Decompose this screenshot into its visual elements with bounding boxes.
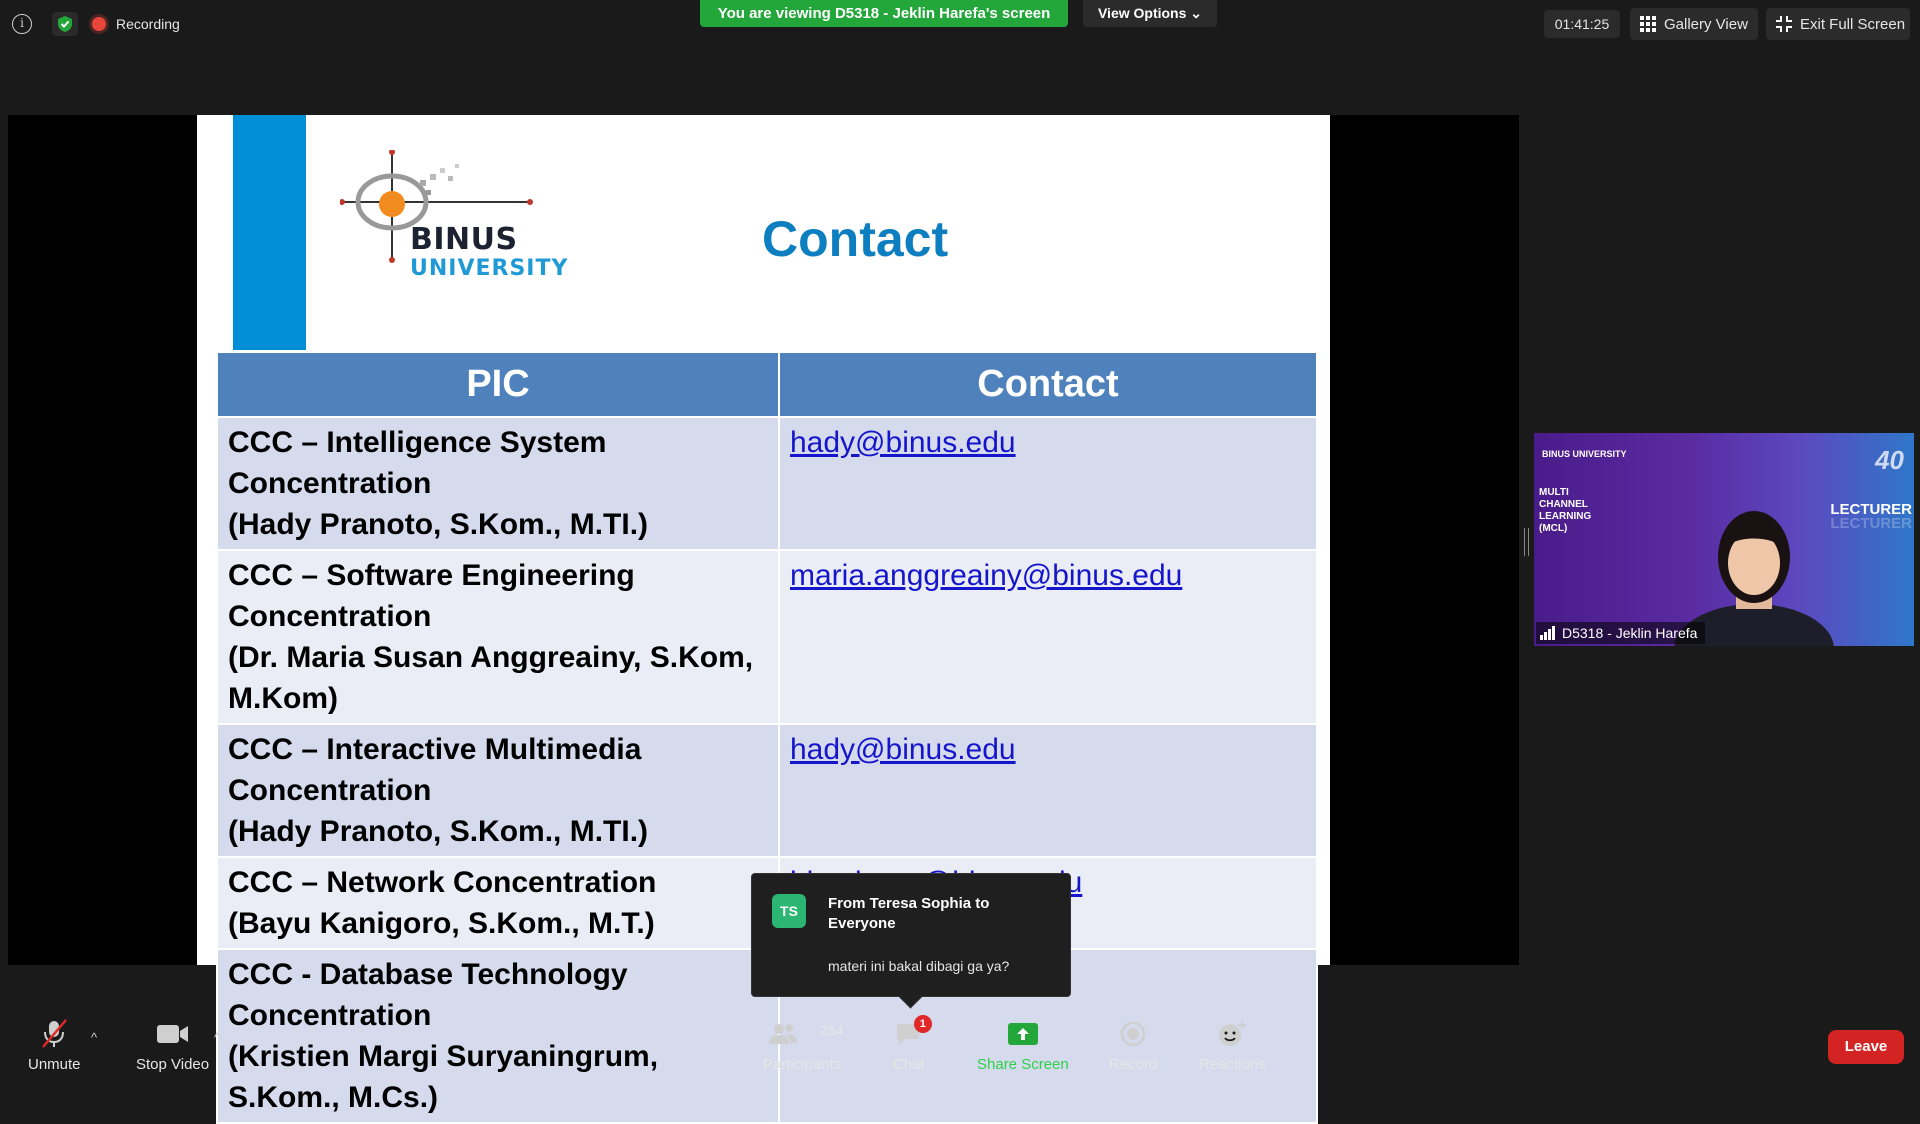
record-icon bbox=[1120, 1018, 1146, 1050]
participant-name-label: D5318 - Jeklin Harefa bbox=[1536, 622, 1706, 644]
unmute-button[interactable]: Unmute bbox=[28, 1018, 81, 1073]
chat-label: Chat bbox=[893, 1056, 925, 1073]
video-camera-icon bbox=[156, 1018, 189, 1050]
exit-full-screen-label: Exit Full Screen bbox=[1800, 15, 1906, 33]
security-shield-icon[interactable] bbox=[52, 12, 78, 36]
stop-video-label: Stop Video bbox=[136, 1056, 210, 1073]
stop-video-button[interactable]: Stop Video bbox=[136, 1018, 209, 1073]
column-header-contact: Contact bbox=[778, 351, 1318, 418]
meeting-timer: 01:41:25 bbox=[1544, 10, 1620, 38]
share-screen-button[interactable]: Share Screen bbox=[977, 1018, 1069, 1073]
recording-indicator[interactable]: Recording bbox=[92, 12, 180, 36]
record-button[interactable]: Record bbox=[1109, 1018, 1157, 1073]
table-row: CCC – Software Engineering Concentration… bbox=[216, 549, 1318, 725]
participants-button[interactable]: 284 Participants bbox=[762, 1018, 844, 1073]
pic-concentration: CCC – Interactive Multimedia Concentrati… bbox=[228, 733, 642, 807]
table-row: CCC – Intelligence System Concentration … bbox=[216, 416, 1318, 551]
slide-title: Contact bbox=[762, 211, 949, 267]
sender-avatar: TS bbox=[772, 894, 806, 928]
reactions-button[interactable]: Reactions bbox=[1199, 1018, 1266, 1073]
logo-subtitle: UNIVERSITY bbox=[410, 256, 569, 281]
pic-person: (Hady Pranoto, S.Kom., M.TI.) bbox=[228, 815, 649, 848]
participant-name: D5318 - Jeklin Harefa bbox=[1562, 625, 1698, 641]
reactions-smiley-icon bbox=[1218, 1018, 1247, 1050]
recording-label: Recording bbox=[116, 16, 180, 32]
exit-full-screen-button[interactable]: Exit Full Screen bbox=[1766, 8, 1910, 40]
table-header-row: PIC Contact bbox=[216, 351, 1318, 418]
contact-email-link[interactable]: hady@binus.edu bbox=[778, 416, 1318, 551]
video-bg-lecturer-echo: LECTURER bbox=[1830, 515, 1912, 532]
share-screen-label: Share Screen bbox=[977, 1056, 1069, 1073]
chat-bubble-icon: 1 bbox=[894, 1015, 932, 1050]
pic-cell: CCC – Network Concentration (Bayu Kanigo… bbox=[216, 856, 780, 950]
pic-person: (Bayu Kanigoro, S.Kom., M.T.) bbox=[228, 907, 655, 940]
chat-message-text: materi ini bakal dibagi ga ya? bbox=[828, 958, 1010, 974]
gallery-view-button[interactable]: Gallery View bbox=[1630, 8, 1758, 40]
gallery-view-label: Gallery View bbox=[1664, 15, 1748, 33]
pic-concentration: CCC – Network Concentration bbox=[228, 866, 657, 899]
unmute-label: Unmute bbox=[28, 1056, 81, 1073]
signal-strength-icon bbox=[1540, 626, 1555, 640]
chevron-down-icon: ⌄ bbox=[1190, 5, 1203, 21]
participant-count: 284 bbox=[820, 1022, 844, 1038]
exit-fullscreen-icon bbox=[1776, 16, 1792, 32]
pic-concentration: CCC – Software Engineering Concentration bbox=[228, 559, 635, 633]
table-row: CCC – Interactive Multimedia Concentrati… bbox=[216, 723, 1318, 858]
slide-accent-bar bbox=[233, 115, 306, 350]
participants-icon: 284 bbox=[762, 1018, 844, 1050]
record-label: Record bbox=[1109, 1056, 1158, 1073]
recording-dot-icon bbox=[92, 17, 106, 31]
muted-microphone-icon bbox=[40, 1018, 68, 1050]
top-bar: i Recording You are viewing D5318 - Jekl… bbox=[0, 0, 1920, 50]
column-header-pic: PIC bbox=[216, 351, 780, 418]
chat-sender-line: From Teresa Sophia to Everyone bbox=[828, 895, 990, 932]
video-bg-anniversary-mark: 40 bbox=[1875, 445, 1904, 475]
video-options-caret-icon[interactable]: ^ bbox=[214, 1030, 220, 1045]
pic-cell: CCC – Interactive Multimedia Concentrati… bbox=[216, 723, 780, 858]
pic-concentration: CCC – Intelligence System Concentration bbox=[228, 426, 607, 500]
video-bg-mcl-text: MULTI CHANNEL LEARNING (MCL) bbox=[1539, 487, 1592, 534]
pic-cell: CCC – Software Engineering Concentration… bbox=[216, 549, 780, 725]
pic-person: (Hady Pranoto, S.Kom., M.TI.) bbox=[228, 508, 649, 541]
logo-wordmark: BINUS bbox=[410, 222, 518, 257]
binus-logo: BINUS UNIVERSITY bbox=[339, 149, 580, 290]
participants-label: Participants bbox=[762, 1056, 842, 1073]
viewing-screen-banner: You are viewing D5318 - Jeklin Harefa's … bbox=[700, 0, 1068, 27]
view-options-button[interactable]: View Options ⌄ bbox=[1083, 0, 1217, 27]
video-bg-logo: BINUS UNIVERSITY bbox=[1542, 449, 1627, 459]
chat-notification-toast[interactable]: TS From Teresa Sophia to Everyone materi… bbox=[751, 873, 1071, 997]
chat-button[interactable]: 1 Chat bbox=[893, 1015, 932, 1073]
chat-unread-badge: 1 bbox=[913, 1015, 932, 1033]
panel-resize-handle[interactable] bbox=[1524, 528, 1529, 556]
meeting-toolbar: Unmute ^ Stop Video ^ 284 Participants 1… bbox=[0, 1000, 1920, 1080]
presentation-slide: BINUS UNIVERSITY Contact PIC Contact CCC… bbox=[197, 115, 1330, 1124]
contact-email-link[interactable]: maria.anggreainy@binus.edu bbox=[778, 549, 1318, 725]
audio-options-caret-icon[interactable]: ^ bbox=[91, 1030, 97, 1045]
participant-video-tile[interactable]: BINUS UNIVERSITY MULTI CHANNEL LEARNING … bbox=[1534, 433, 1914, 646]
info-icon[interactable]: i bbox=[12, 14, 32, 34]
leave-button[interactable]: Leave bbox=[1828, 1030, 1904, 1064]
pic-cell: CCC – Intelligence System Concentration … bbox=[216, 416, 780, 551]
grid-icon bbox=[1640, 16, 1656, 32]
view-options-label: View Options bbox=[1097, 5, 1187, 21]
share-screen-icon bbox=[1007, 1018, 1038, 1050]
pic-person: (Dr. Maria Susan Anggreainy, S.Kom, M.Ko… bbox=[228, 641, 754, 715]
contact-email-link[interactable]: hady@binus.edu bbox=[778, 723, 1318, 858]
reactions-label: Reactions bbox=[1199, 1056, 1266, 1073]
